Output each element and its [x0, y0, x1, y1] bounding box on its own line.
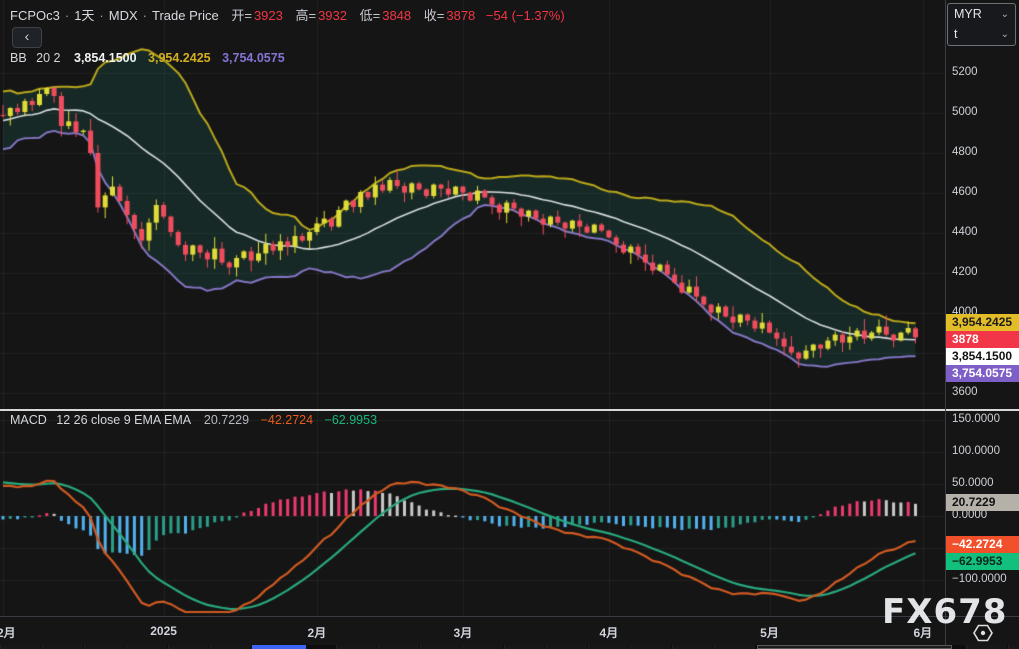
- macd-tag-signal-value: −62.9953: [946, 553, 1019, 570]
- back-button[interactable]: ‹: [12, 27, 42, 48]
- chevron-down-icon: ⌄: [1000, 8, 1009, 20]
- price-tag-bb-lower: 3,754.0575: [946, 365, 1019, 382]
- currency-unit-box: MYR ⌄ t ⌄: [947, 3, 1016, 46]
- taskbar-item[interactable]: [714, 645, 755, 649]
- bb-params: 20 2: [36, 51, 61, 65]
- chevron-left-icon: ‹: [24, 28, 30, 44]
- low-label: 低=: [359, 8, 381, 23]
- macd-indicator-header[interactable]: MACD 12 26 close 9 EMA EMA 20.7229 −42.2…: [10, 413, 377, 427]
- taskbar-item[interactable]: [630, 645, 671, 649]
- close-label: 收=: [423, 8, 445, 23]
- taskbar-item[interactable]: [42, 645, 83, 649]
- series-type-label: Trade Price: [152, 8, 219, 23]
- taskbar-item[interactable]: [966, 645, 1007, 649]
- taskbar-item[interactable]: [420, 645, 461, 649]
- separator-dot: ·: [64, 8, 70, 23]
- taskbar-item[interactable]: [588, 645, 629, 649]
- price-tag-bb-mid: 3,854.1500: [946, 348, 1019, 365]
- taskbar-item[interactable]: [84, 645, 125, 649]
- bb-indicator-header[interactable]: BB 20 2 3,854.1500 3,954.2425 3,754.0575: [10, 51, 285, 65]
- bb-lower-value: 3,754.0575: [222, 51, 285, 65]
- high-value: 3932: [318, 8, 347, 23]
- currency-dropdown[interactable]: MYR ⌄: [948, 4, 1015, 24]
- macd-tag-macd-value: −42.2724: [946, 536, 1019, 553]
- time-axis-label: 4月: [599, 626, 619, 640]
- unit-label: t: [954, 27, 958, 41]
- taskbar-item[interactable]: [126, 645, 167, 649]
- high-label: 高=: [295, 8, 317, 23]
- taskbar-active-item[interactable]: [252, 645, 306, 649]
- macd-name: MACD: [10, 413, 47, 427]
- bb-mid-value: 3,854.1500: [74, 51, 137, 65]
- open-value: 3923: [253, 8, 283, 23]
- time-axis-label: 2月: [307, 626, 327, 640]
- change-value: −54 (−1.37%): [485, 8, 565, 23]
- exchange-label: MDX: [108, 8, 138, 23]
- time-axis-label: 5月: [760, 626, 779, 640]
- price-axis-border: [945, 0, 946, 645]
- taskbar-item[interactable]: [546, 645, 587, 649]
- price-tag-last-price: 3878: [946, 331, 1019, 348]
- taskbar-item[interactable]: [0, 645, 41, 649]
- macd-tick-label: −100.0000: [952, 573, 1007, 585]
- taskbar-item[interactable]: [462, 645, 503, 649]
- symbol-header: FCPOc3 · 1天 · MDX · Trade Price 开= 3923 高= 3932 …: [10, 5, 565, 24]
- taskbar-highlight-item[interactable]: [757, 645, 952, 649]
- time-axis-border: [0, 616, 1019, 617]
- macd-tick-label: 50.0000: [952, 477, 994, 489]
- macd-params: 12 26 close 9 EMA EMA: [56, 413, 191, 427]
- taskbar-item[interactable]: [504, 645, 545, 649]
- macd-tag-hist-value: 20.7229: [946, 494, 1019, 511]
- taskbar-item[interactable]: [168, 645, 209, 649]
- macd-signal-value: −62.9953: [324, 413, 378, 427]
- low-value: 3848: [382, 8, 412, 23]
- chevron-down-icon: ⌄: [1000, 28, 1009, 40]
- symbol-name[interactable]: FCPOc3: [10, 8, 60, 23]
- taskbar-item[interactable]: [672, 645, 713, 649]
- unit-dropdown[interactable]: t ⌄: [948, 24, 1015, 44]
- price-tick-label: 3600: [952, 386, 978, 398]
- price-tick-label: 4400: [952, 226, 978, 238]
- separator-dot: ·: [142, 8, 147, 23]
- open-label: 开=: [231, 8, 252, 23]
- price-axis[interactable]: 520050004800460044004200400038003600150.…: [0, 0, 1019, 649]
- taskbar-item[interactable]: [378, 645, 419, 649]
- bottom-taskbar-strip: [0, 645, 1019, 649]
- macd-tick-label: 100.0000: [952, 445, 1000, 457]
- taskbar-item[interactable]: [336, 645, 377, 649]
- price-tick-label: 4800: [952, 146, 978, 158]
- macd-hist-value: 20.7229: [203, 413, 250, 427]
- taskbar-item[interactable]: [1008, 645, 1019, 649]
- macd-tick-label: 150.0000: [952, 413, 1000, 425]
- taskbar-item[interactable]: [210, 645, 251, 649]
- price-tick-label: 5200: [952, 66, 978, 78]
- price-tick-label: 5000: [952, 106, 978, 118]
- time-axis-label: 3月: [453, 626, 473, 640]
- time-axis-label: 2025: [150, 624, 177, 638]
- price-tick-label: 4600: [952, 186, 978, 198]
- price-tick-label: 4200: [952, 266, 978, 278]
- macd-line-value: −42.2724: [260, 413, 314, 427]
- bb-upper-value: 3,954.2425: [148, 51, 211, 65]
- interval-label[interactable]: 1天: [74, 8, 94, 23]
- currency-label: MYR: [954, 7, 982, 21]
- time-axis-label: 12月: [0, 626, 16, 640]
- pane-separator-handle[interactable]: [0, 409, 1019, 411]
- close-value: 3878: [446, 8, 476, 23]
- price-tag-bb-upper: 3,954.2425: [946, 314, 1019, 331]
- bb-name: BB: [10, 51, 27, 65]
- separator-dot: ·: [99, 8, 104, 23]
- trading-chart-app: FCPOc3 · 1天 · MDX · Trade Price 开= 3923 高= 3932 …: [0, 0, 1019, 649]
